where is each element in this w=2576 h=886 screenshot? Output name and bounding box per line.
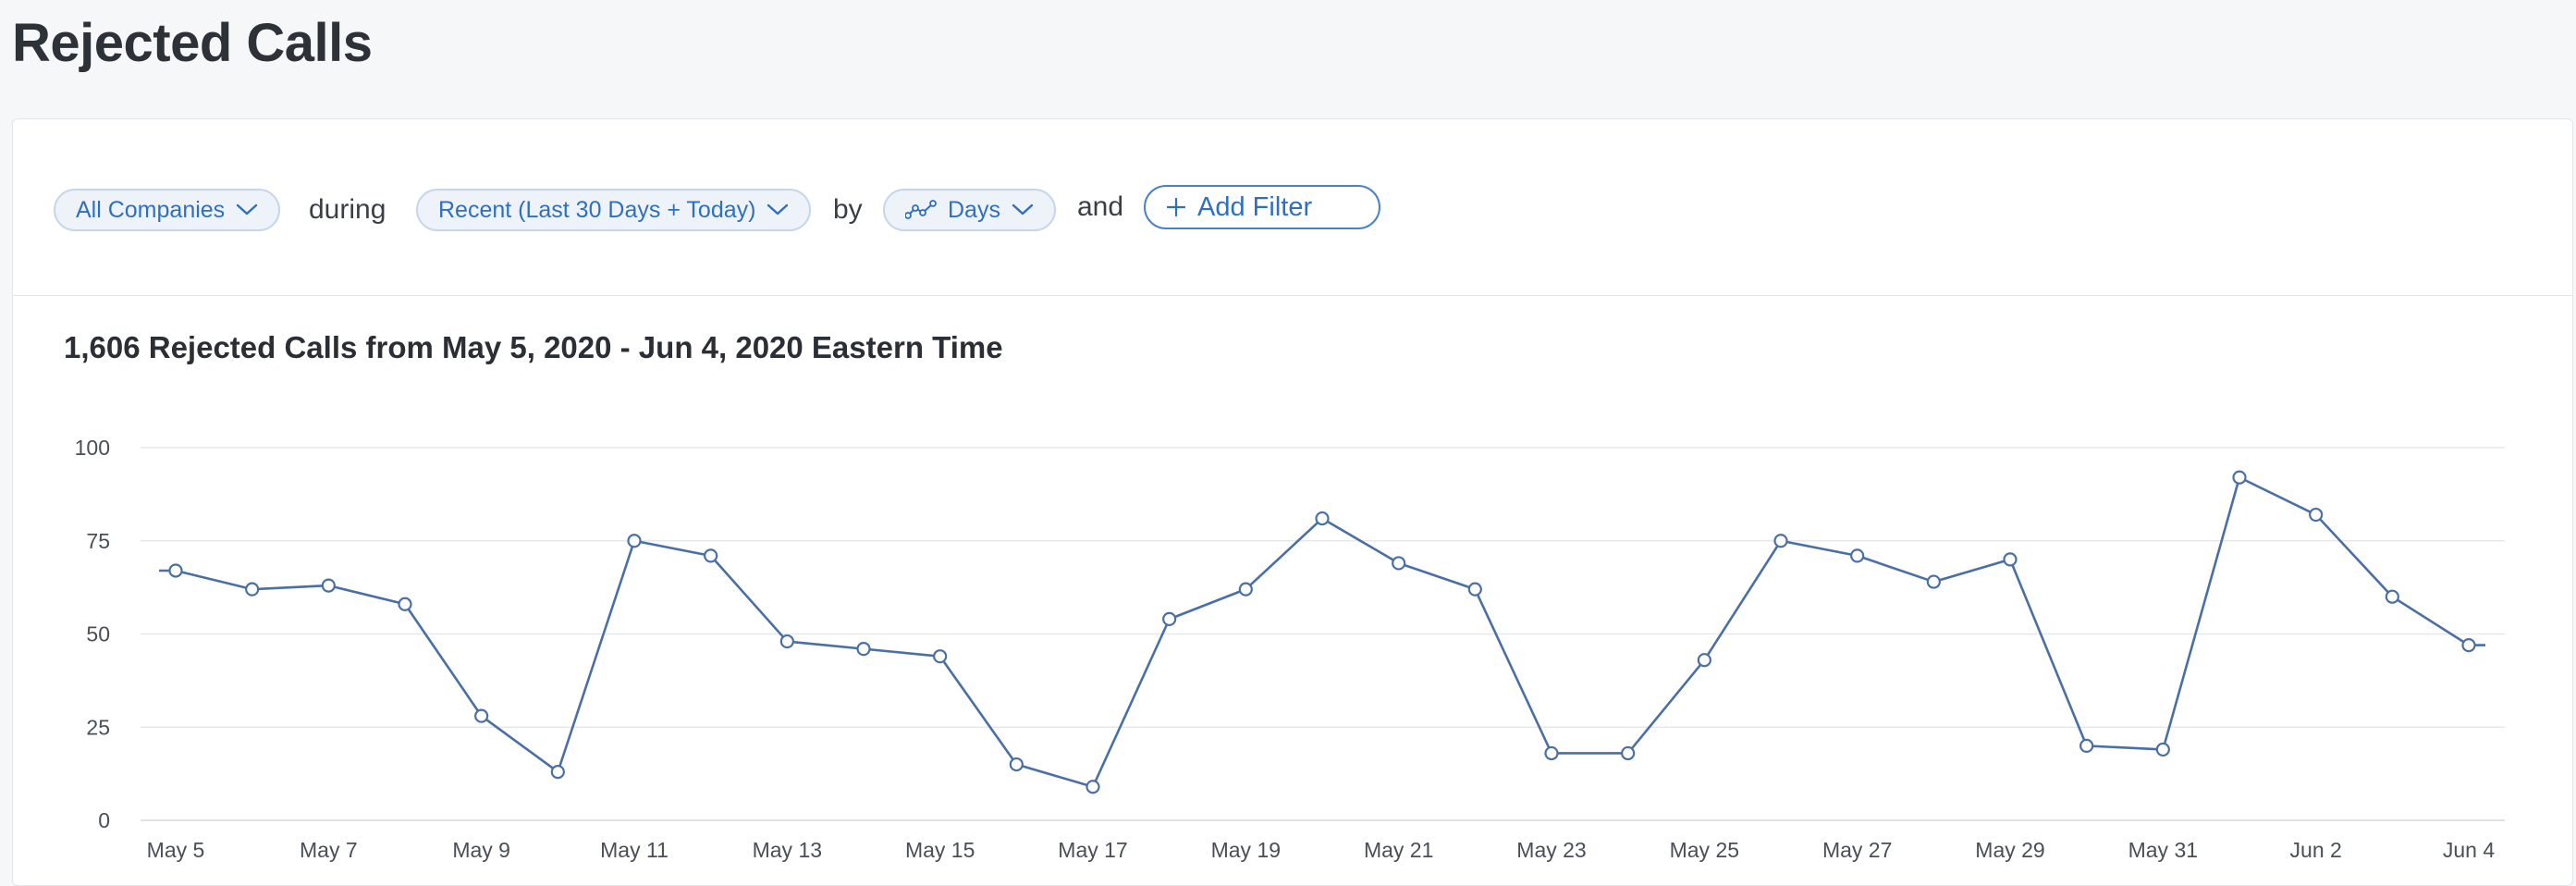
data-point	[1544, 745, 1559, 761]
x-tick-label: May 11	[600, 838, 669, 862]
x-tick-label: May 27	[1822, 838, 1892, 862]
data-point	[856, 642, 871, 657]
data-point	[398, 597, 412, 611]
data-point	[245, 582, 260, 597]
data-point	[2155, 742, 2170, 757]
data-point	[2079, 738, 2094, 754]
report-card: All Companies during Recent (Last 30 Day…	[12, 118, 2573, 886]
x-tick-label: Jun 2	[2290, 838, 2342, 862]
data-point	[1467, 582, 1482, 597]
x-tick-label: May 23	[1516, 838, 1586, 862]
data-point	[933, 649, 948, 664]
y-tick-label: 75	[86, 529, 110, 553]
data-point	[1850, 548, 1865, 563]
data-point	[2003, 552, 2018, 567]
data-point	[2309, 507, 2324, 523]
page-title: Rejected Calls	[12, 13, 373, 73]
y-tick-label: 0	[98, 808, 110, 832]
data-point	[1392, 556, 1406, 571]
data-point	[779, 634, 794, 649]
data-point	[1926, 574, 1941, 589]
x-tick-label: May 31	[2128, 838, 2198, 862]
x-tick-label: May 15	[905, 838, 975, 862]
data-point	[2232, 470, 2247, 485]
x-tick-label: May 9	[452, 838, 510, 862]
y-tick-label: 50	[86, 622, 110, 646]
x-tick-label: May 7	[300, 838, 358, 862]
x-tick-label: May 17	[1058, 838, 1127, 862]
data-point	[474, 708, 489, 723]
data-point	[321, 578, 336, 593]
y-tick-label: 100	[75, 436, 110, 460]
x-tick-label: May 29	[1975, 838, 2044, 862]
line-chart: 0 25 50 75 100 May 5 May 7 May 9 May 11 May 13 May…	[75, 436, 2505, 862]
data-point	[1162, 611, 1177, 626]
x-tick-label: May 13	[753, 838, 822, 862]
data-point	[550, 765, 565, 780]
data-point	[168, 563, 183, 578]
data-point	[2461, 637, 2476, 653]
data-point	[2385, 589, 2399, 604]
data-point	[627, 534, 642, 548]
data-point	[1315, 511, 1330, 526]
x-tick-label: May 25	[1670, 838, 1739, 862]
data-point	[1697, 653, 1711, 668]
x-tick-label: May 21	[1364, 838, 1433, 862]
data-point	[1086, 780, 1100, 794]
data-point	[1621, 745, 1636, 761]
x-tick-label: May 19	[1211, 838, 1281, 862]
data-point	[1009, 757, 1024, 772]
x-tick-label: Jun 4	[2443, 838, 2495, 862]
data-point	[704, 548, 718, 563]
data-point	[1238, 582, 1253, 597]
y-tick-label: 25	[86, 715, 110, 739]
data-point	[1773, 534, 1788, 548]
x-tick-label: May 5	[147, 838, 205, 862]
